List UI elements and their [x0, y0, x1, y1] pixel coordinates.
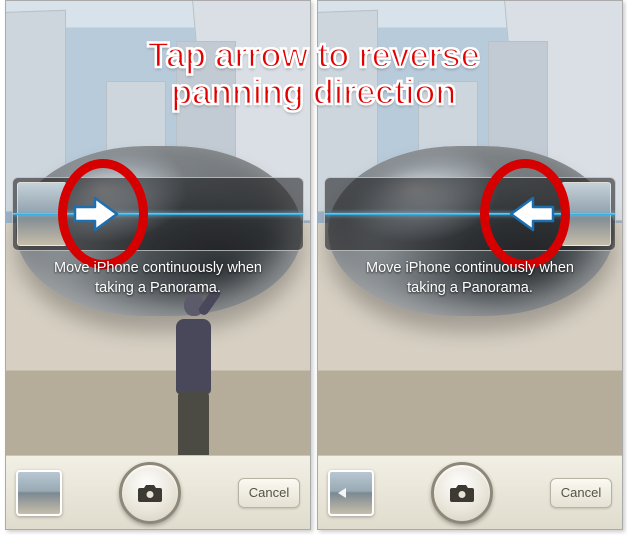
camera-icon — [137, 482, 163, 504]
arrow-left-icon — [509, 196, 555, 232]
panorama-centerline — [13, 213, 303, 215]
panorama-instruction-text: Move iPhone continuously when taking a P… — [6, 259, 310, 298]
screenshot-left: Move iPhone continuously when taking a P… — [5, 0, 311, 530]
panorama-strip — [324, 177, 616, 251]
panorama-strip — [12, 177, 304, 251]
camera-bottom-bar: Cancel — [318, 455, 622, 529]
background-person — [166, 294, 221, 469]
panorama-direction-arrow[interactable] — [509, 196, 555, 232]
shutter-button[interactable] — [119, 462, 181, 524]
last-photo-thumbnail[interactable] — [328, 470, 374, 516]
panorama-centerline — [325, 213, 615, 215]
panorama-instruction-text: Move iPhone continuously when taking a P… — [318, 259, 622, 298]
camera-icon — [449, 482, 475, 504]
screenshot-right: Move iPhone continuously when taking a P… — [317, 0, 623, 530]
camera-bottom-bar: Cancel — [6, 455, 310, 529]
last-photo-thumbnail[interactable] — [16, 470, 62, 516]
arrow-right-icon — [73, 196, 119, 232]
panorama-direction-arrow[interactable] — [73, 196, 119, 232]
cancel-button[interactable]: Cancel — [238, 478, 300, 508]
cancel-button[interactable]: Cancel — [550, 478, 612, 508]
shutter-button[interactable] — [431, 462, 493, 524]
